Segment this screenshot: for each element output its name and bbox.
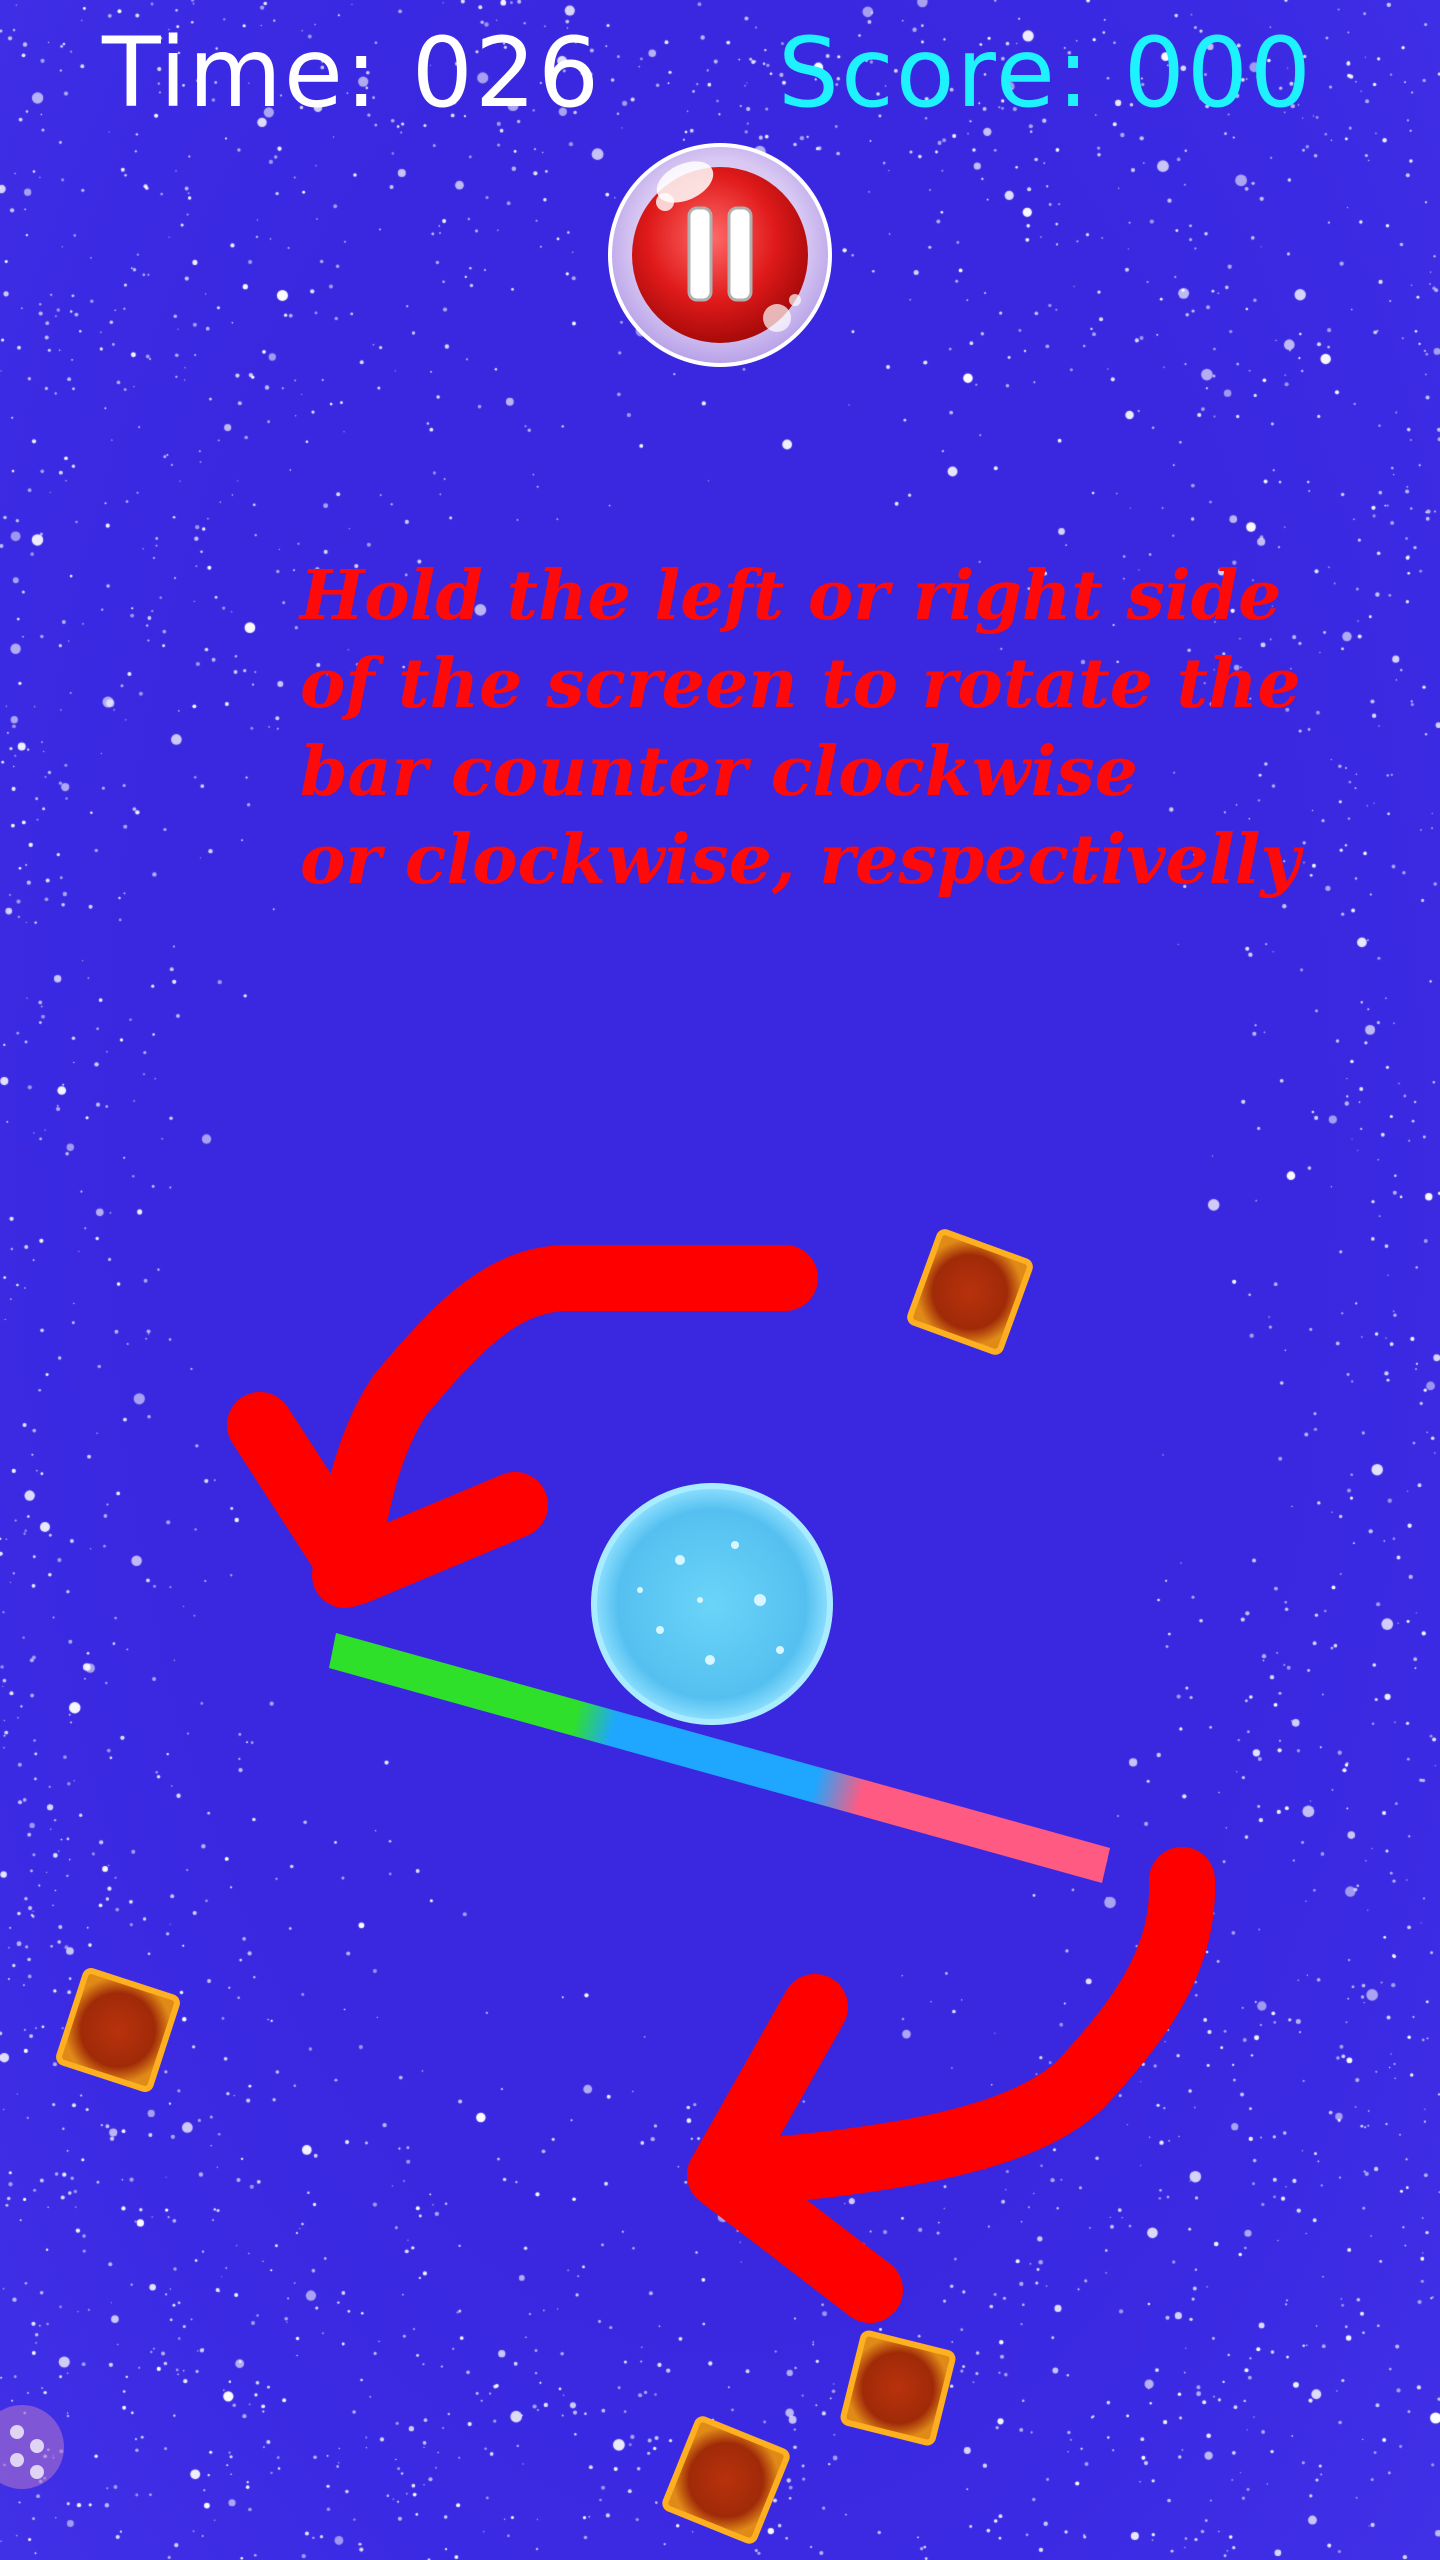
grid-dots-icon bbox=[30, 2465, 44, 2479]
lava-block bbox=[56, 1968, 180, 2092]
lava-block bbox=[840, 2330, 956, 2446]
lava-block bbox=[662, 2416, 790, 2544]
lava-block bbox=[907, 1229, 1033, 1355]
clockwise-arrow bbox=[687, 1847, 1216, 2323]
grid-dots-icon bbox=[10, 2425, 24, 2439]
grid-dots-icon bbox=[30, 2439, 44, 2453]
ice-ball bbox=[591, 1483, 833, 1725]
game-scene bbox=[56, 1229, 1216, 2544]
grid-dots-icon bbox=[10, 2453, 24, 2467]
